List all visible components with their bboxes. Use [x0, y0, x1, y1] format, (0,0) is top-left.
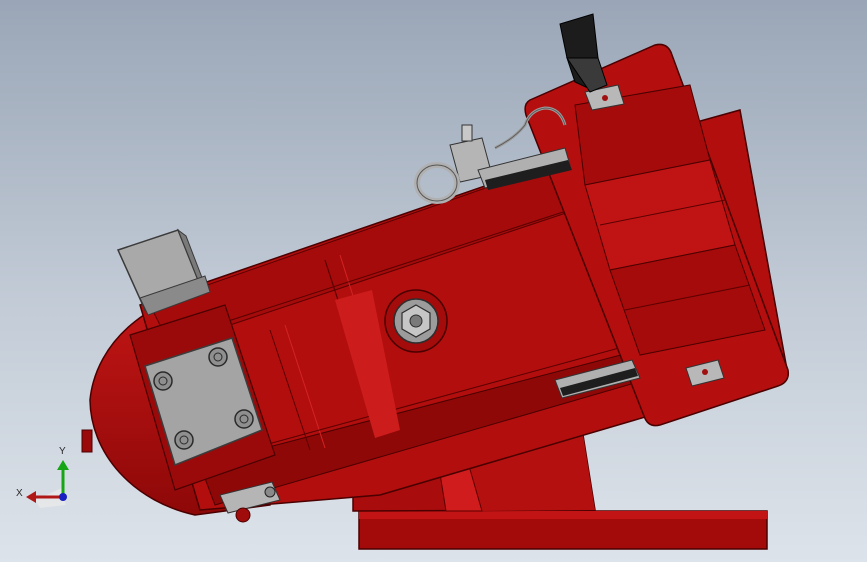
model-view: Y X	[16, 13, 790, 550]
y-axis-label: Y	[59, 446, 66, 457]
x-axis-arrow	[26, 491, 36, 503]
x-axis-label: X	[16, 488, 23, 499]
z-axis-dot	[59, 493, 67, 501]
clamp-lever	[559, 13, 608, 93]
axis-triad: Y X	[16, 446, 69, 508]
pivot-nut	[384, 289, 448, 353]
cad-viewport[interactable]: Y X	[0, 0, 867, 562]
y-axis-arrow	[57, 460, 69, 470]
base-plate	[358, 510, 768, 550]
